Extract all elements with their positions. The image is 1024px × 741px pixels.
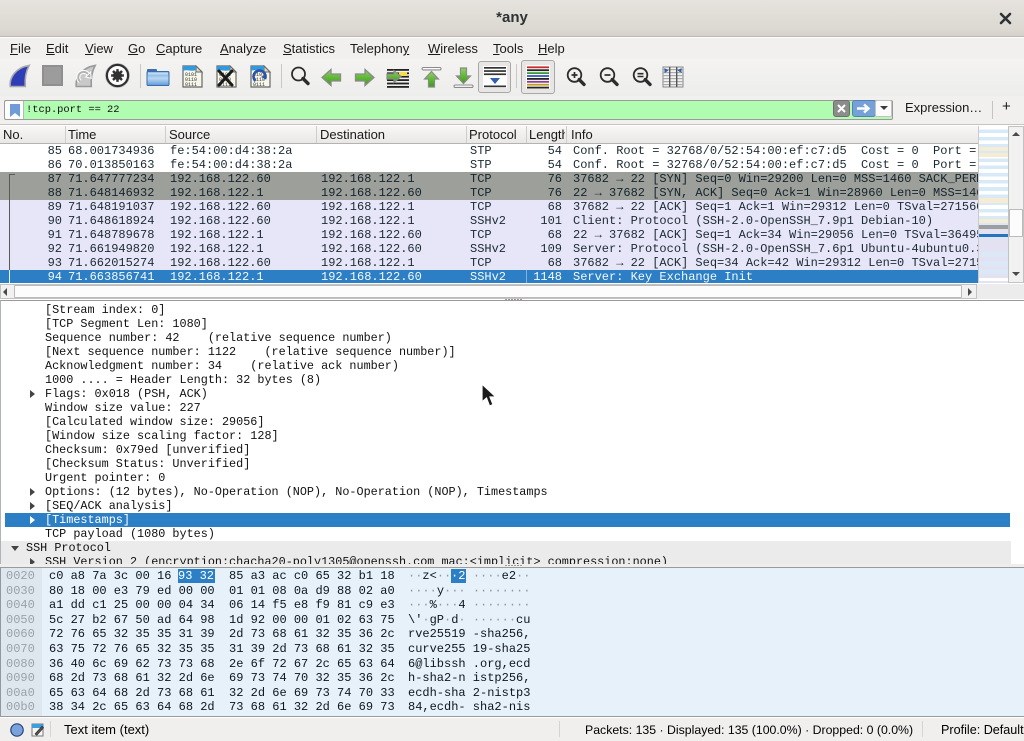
- svg-text:0111: 0111: [185, 82, 197, 88]
- svg-text:0111: 0111: [253, 82, 265, 88]
